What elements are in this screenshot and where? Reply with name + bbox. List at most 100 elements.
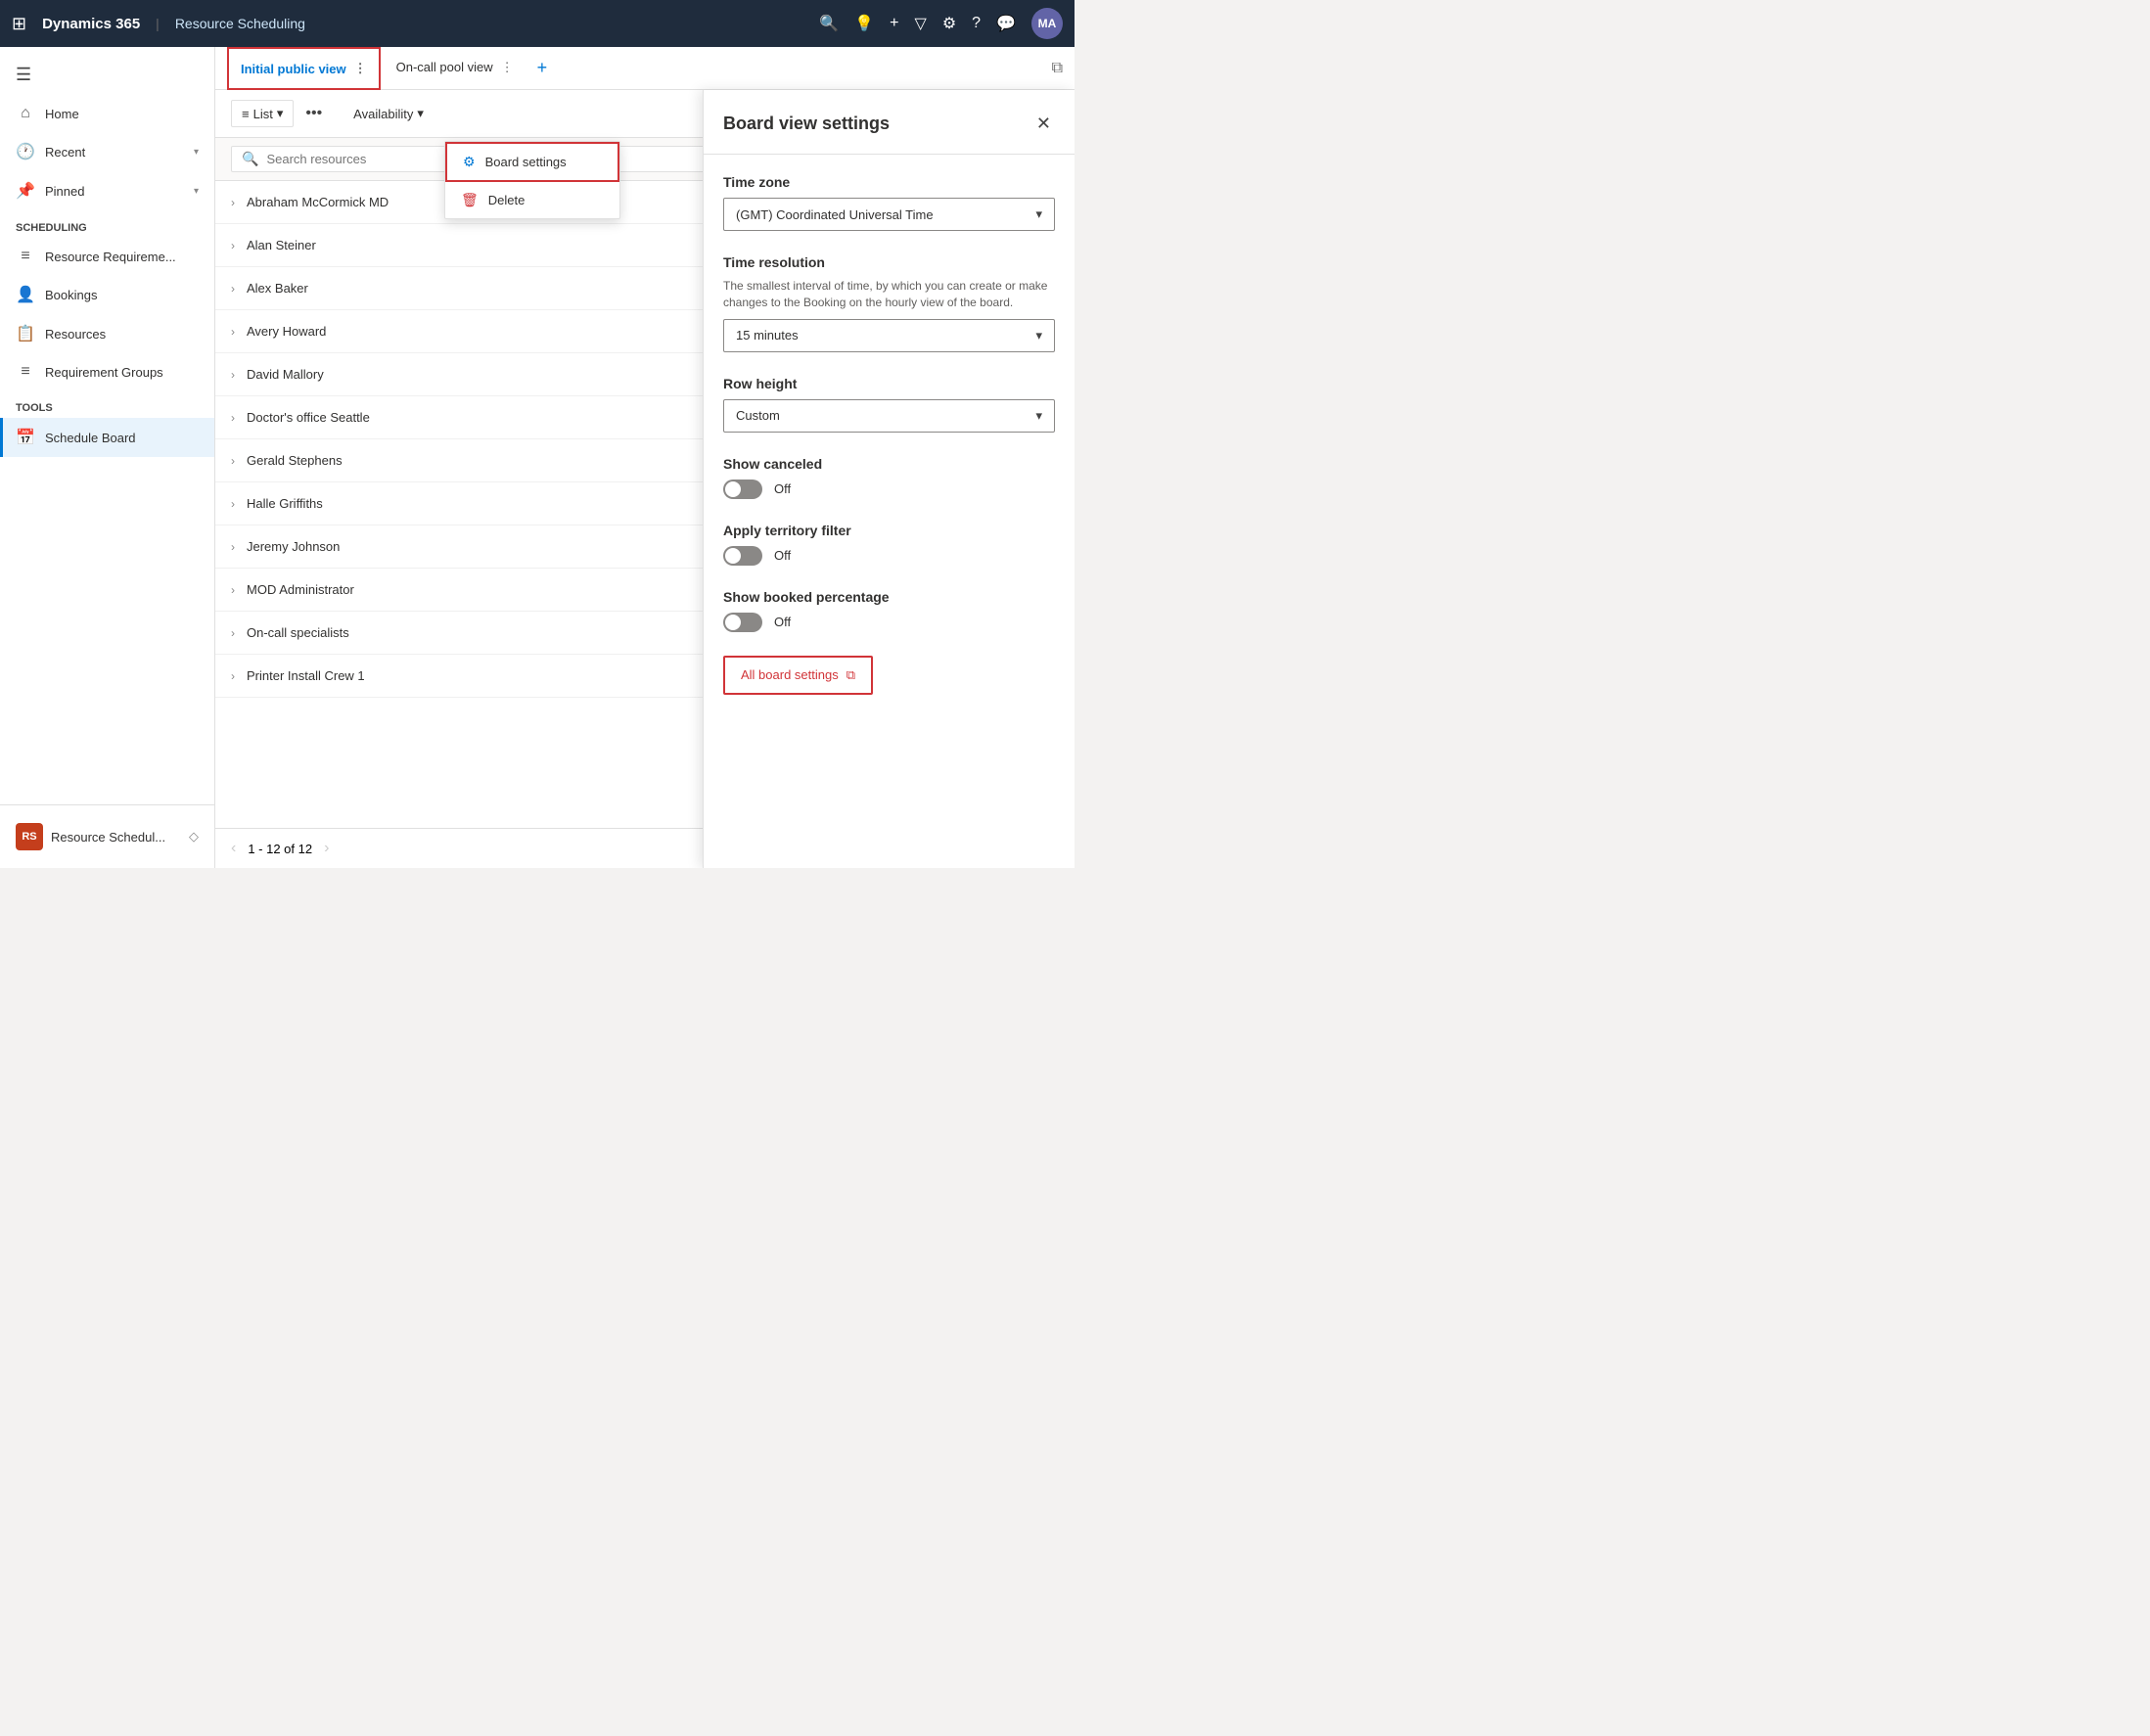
recent-arrow-icon: ▾: [194, 147, 199, 158]
broadcast-icon[interactable]: ⧉: [1052, 60, 1063, 76]
resource-expand-icon: ›: [231, 282, 235, 296]
resource-expand-icon: ›: [231, 239, 235, 252]
tab-bar: Initial public view ⋮ On-call pool view …: [215, 47, 1075, 90]
resource-name: Avery Howard: [247, 324, 326, 339]
resource-expand-icon: ›: [231, 196, 235, 209]
list-view-button[interactable]: ≡ List ▾: [231, 100, 294, 127]
timezone-arrow-icon: ▾: [1035, 206, 1042, 222]
toolbar-more-button[interactable]: •••: [297, 100, 330, 127]
resource-expand-icon: ›: [231, 454, 235, 468]
sidebar-home-label: Home: [45, 107, 79, 121]
row-height-arrow-icon: ▾: [1035, 408, 1042, 424]
time-resolution-select[interactable]: 15 minutes ▾: [723, 319, 1055, 352]
sidebar-resources-label: Resources: [45, 327, 106, 342]
add-tab-button[interactable]: +: [529, 54, 556, 82]
search-icon[interactable]: 🔍: [819, 14, 839, 33]
time-resolution-desc: The smallest interval of time, by which …: [723, 278, 1055, 311]
resource-expand-icon: ›: [231, 368, 235, 382]
dropdown-board-settings[interactable]: ⚙ Board settings: [445, 142, 619, 182]
all-board-settings-link[interactable]: All board settings ⧉: [723, 656, 873, 695]
row-height-label: Row height: [723, 376, 1055, 391]
show-booked-pct-toggle[interactable]: [723, 613, 762, 632]
recent-icon: 🕐: [16, 142, 35, 161]
app-launcher-icon[interactable]: ⊞: [12, 14, 26, 34]
main-content: Initial public view ⋮ On-call pool view …: [215, 47, 1075, 868]
board-settings-menu-icon: ⚙: [463, 154, 476, 170]
help-icon[interactable]: ?: [972, 15, 981, 32]
top-nav-right: 🔍 💡 + ▽ ⚙ ? 💬 MA: [819, 8, 1063, 39]
tab-initial-public-dots[interactable]: ⋮: [354, 61, 367, 76]
pagination-text: 1 - 12 of 12: [248, 842, 312, 856]
all-board-settings-label: All board settings: [741, 667, 839, 682]
time-resolution-label: Time resolution: [723, 254, 1055, 270]
settings-nav-icon[interactable]: ⚙: [942, 14, 956, 33]
dropdown-delete[interactable]: 🗑 Delete: [445, 182, 619, 218]
sidebar-pinned-label: Pinned: [45, 184, 84, 199]
sidebar-bottom: RS Resource Schedul... ◇: [0, 804, 214, 868]
sidebar-item-home[interactable]: ⌂ Home: [0, 95, 214, 132]
resource-name: Alan Steiner: [247, 238, 316, 252]
row-height-select[interactable]: Custom ▾: [723, 399, 1055, 433]
show-booked-pct-toggle-row: Off: [723, 613, 1055, 632]
sidebar-schedule-board-label: Schedule Board: [45, 431, 136, 445]
timezone-value: (GMT) Coordinated Universal Time: [736, 207, 934, 222]
row-height-field: Row height Custom ▾: [723, 376, 1055, 433]
apply-territory-toggle[interactable]: [723, 546, 762, 566]
schedule-board-icon: 📅: [16, 428, 35, 447]
sidebar-bookings-label: Bookings: [45, 288, 97, 302]
pagination-next[interactable]: ›: [324, 840, 329, 857]
show-canceled-field: Show canceled Off: [723, 456, 1055, 499]
search-input-icon: 🔍: [242, 151, 258, 167]
resource-name: Jeremy Johnson: [247, 539, 340, 554]
pinned-arrow-icon: ▾: [194, 186, 199, 197]
main-layout: ☰ ⌂ Home 🕐 Recent ▾ 📌 Pinned ▾ Schedulin…: [0, 47, 1075, 868]
resource-name: Gerald Stephens: [247, 453, 343, 468]
board-settings-label: Board settings: [485, 155, 567, 169]
show-canceled-toggle-label: Off: [774, 481, 791, 496]
sidebar-item-resource-req[interactable]: ≡ Resource Requireme...: [0, 238, 214, 275]
resource-expand-icon: ›: [231, 626, 235, 640]
resource-expand-icon: ›: [231, 497, 235, 511]
resource-expand-icon: ›: [231, 669, 235, 683]
lightbulb-icon[interactable]: 💡: [854, 14, 874, 33]
toolbar-left: ≡ List ▾ •••: [231, 100, 330, 127]
sidebar-item-req-groups[interactable]: ≡ Requirement Groups: [0, 353, 214, 390]
resources-icon: 📋: [16, 324, 35, 343]
resource-expand-icon: ›: [231, 583, 235, 597]
avatar[interactable]: MA: [1031, 8, 1063, 39]
show-booked-pct-label: Show booked percentage: [723, 589, 1055, 605]
brand-name: Dynamics 365: [42, 16, 140, 32]
scheduling-section-header: Scheduling: [0, 210, 214, 238]
tab-initial-public[interactable]: Initial public view ⋮: [227, 47, 381, 90]
settings-panel-title: Board view settings: [723, 114, 890, 134]
show-canceled-toggle[interactable]: [723, 480, 762, 499]
sidebar-item-pinned[interactable]: 📌 Pinned ▾: [0, 171, 214, 210]
delete-label: Delete: [488, 193, 526, 207]
settings-panel-close-button[interactable]: ✕: [1032, 110, 1055, 138]
time-resolution-arrow-icon: ▾: [1035, 328, 1042, 343]
resource-name: Doctor's office Seattle: [247, 410, 370, 425]
resource-name: Alex Baker: [247, 281, 308, 296]
nav-divider: |: [156, 16, 160, 31]
sidebar-item-schedule-board[interactable]: 📅 Schedule Board: [0, 418, 214, 457]
sidebar-bottom-rs[interactable]: RS Resource Schedul... ◇: [0, 813, 214, 860]
sidebar-item-bookings[interactable]: 👤 Bookings: [0, 275, 214, 314]
sidebar-item-resources[interactable]: 📋 Resources: [0, 314, 214, 353]
filter-icon[interactable]: ▽: [915, 14, 927, 33]
show-canceled-toggle-row: Off: [723, 480, 1055, 499]
sidebar-item-recent[interactable]: 🕐 Recent ▾: [0, 132, 214, 171]
resource-name: On-call specialists: [247, 625, 349, 640]
apply-territory-toggle-row: Off: [723, 546, 1055, 566]
availability-filter[interactable]: Availability ▾: [353, 106, 424, 121]
add-icon[interactable]: +: [890, 15, 898, 32]
tab-on-call-pool[interactable]: On-call pool view ⋮: [385, 47, 526, 90]
tab-on-call-dots[interactable]: ⋮: [501, 60, 514, 75]
pagination-prev[interactable]: ‹: [231, 840, 236, 857]
timezone-select[interactable]: (GMT) Coordinated Universal Time ▾: [723, 198, 1055, 231]
show-booked-pct-field: Show booked percentage Off: [723, 589, 1055, 632]
tab-on-call-label: On-call pool view: [396, 60, 493, 74]
sidebar-recent-label: Recent: [45, 145, 85, 160]
sidebar: ☰ ⌂ Home 🕐 Recent ▾ 📌 Pinned ▾ Schedulin…: [0, 47, 215, 868]
chat-icon[interactable]: 💬: [996, 14, 1016, 33]
sidebar-toggle[interactable]: ☰: [0, 55, 214, 95]
